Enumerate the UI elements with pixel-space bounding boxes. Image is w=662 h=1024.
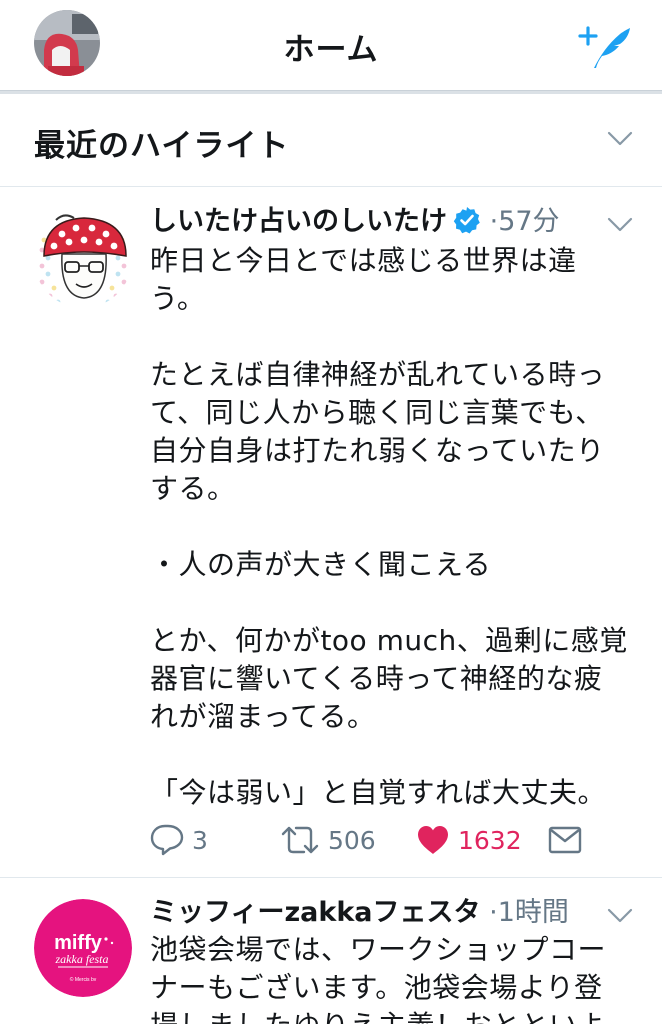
tweet[interactable]: miffy zakka festa © Mercis bv ミッフィーzakka…	[0, 879, 662, 1024]
like-count: 1632	[458, 825, 522, 855]
tweet-separator: ·	[489, 897, 498, 928]
highlights-section-header[interactable]: 最近のハイライト	[0, 94, 662, 187]
tweet-author-avatar[interactable]	[34, 210, 132, 308]
heart-filled-icon	[418, 826, 448, 854]
tweet-menu-chevron-icon[interactable]	[606, 901, 634, 929]
compose-tweet-button[interactable]	[576, 22, 632, 70]
logo-text-small: © Mercis bv	[70, 976, 97, 983]
top-nav-bar: ホーム	[0, 0, 662, 92]
logo-text-main: miffy	[54, 932, 103, 954]
tweet-separator: ·	[489, 206, 499, 237]
page-title: ホーム	[283, 32, 379, 68]
tweet-author-name[interactable]: ミッフィーzakkaフェスタ	[150, 897, 481, 928]
verified-badge-icon	[453, 206, 481, 234]
tweet-text: 昨日と今日とでは感じる世界は違う。 たとえば自律神経が乱れている時って、同じ人か…	[150, 244, 628, 809]
tweet-menu-chevron-icon[interactable]	[606, 210, 634, 238]
envelope-icon	[548, 826, 582, 854]
mushroom-avatar-image	[34, 210, 132, 308]
reply-button[interactable]: 3	[150, 820, 208, 860]
tweet-author-avatar[interactable]: miffy zakka festa © Mercis bv	[34, 899, 132, 997]
tweet-actions: 3 506 1632	[150, 820, 630, 864]
tweet-header: ミッフィーzakkaフェスタ ·1時間	[150, 895, 569, 931]
tweet-author-name[interactable]: しいたけ占いのしいたけ	[150, 206, 447, 237]
tweet-timestamp[interactable]: 1時間	[498, 897, 569, 928]
retweet-icon	[281, 826, 319, 854]
reply-count: 3	[192, 825, 208, 855]
chevron-down-icon[interactable]	[606, 124, 634, 152]
logo-text-sub: zakka festa	[55, 952, 109, 966]
compose-feather-icon	[578, 26, 630, 68]
tweet-header: しいたけ占いのしいたけ ·57分	[150, 204, 560, 240]
reply-icon	[150, 824, 184, 856]
miffy-zakka-festa-logo: miffy zakka festa © Mercis bv	[34, 899, 132, 997]
share-dm-button[interactable]	[548, 820, 582, 860]
tweet-text: 池袋会場では、ワークショップコーナーもございます。池袋会場より登場しましたゆりえ…	[150, 933, 607, 1024]
retweet-count: 506	[328, 825, 376, 855]
retweet-button[interactable]: 506	[280, 820, 376, 860]
tweet-timestamp[interactable]: 57分	[498, 206, 559, 237]
highlights-label: 最近のハイライト	[34, 128, 290, 164]
tweet[interactable]: しいたけ占いのしいたけ ·57分 昨日と今日とでは感じる世界は違う。 たとえば自…	[0, 188, 662, 878]
like-button[interactable]: 1632	[416, 820, 522, 860]
